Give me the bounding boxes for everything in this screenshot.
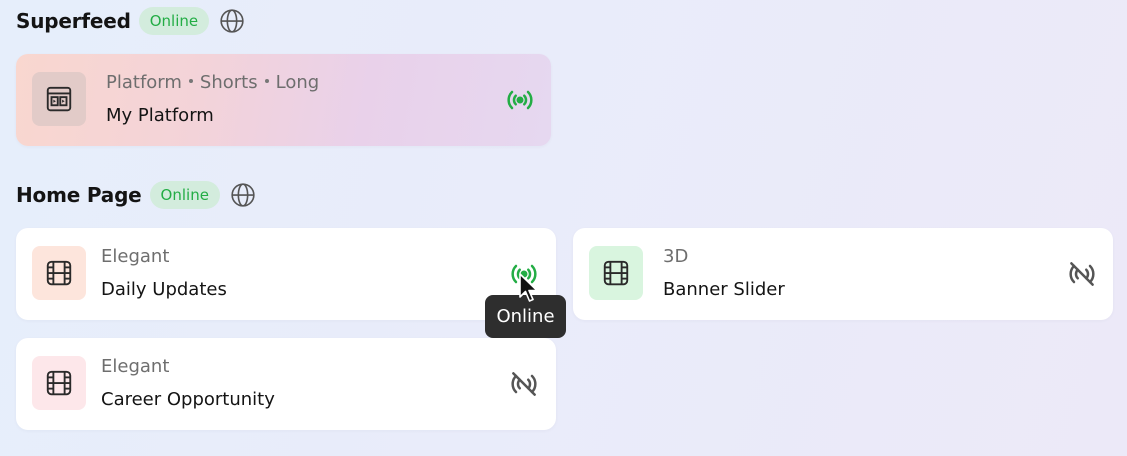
status-badge: Online <box>138 7 210 35</box>
tag: Shorts <box>199 72 258 93</box>
card-tags: Platform Shorts Long <box>106 72 319 93</box>
film-icon <box>32 246 86 300</box>
tag: Long <box>275 72 320 93</box>
section-title: Home Page <box>16 183 142 207</box>
platform-icon <box>32 72 86 126</box>
mouse-cursor-icon <box>519 273 538 302</box>
status-badge: Online <box>149 181 220 209</box>
film-icon <box>589 246 643 300</box>
feed-card-career-opportunity[interactable]: Elegant Career Opportunity <box>16 338 556 430</box>
film-icon <box>32 356 86 410</box>
card-subtitle: Elegant <box>101 356 170 377</box>
globe-icon[interactable] <box>230 182 256 208</box>
card-title: My Platform <box>106 105 214 126</box>
card-title: Daily Updates <box>101 279 227 300</box>
feed-card-banner-slider[interactable]: 3D Banner Slider <box>573 228 1113 320</box>
tag: Platform <box>106 72 182 93</box>
section-header-superfeed: Superfeed Online <box>16 7 245 35</box>
section-header-home-page: Home Page Online <box>16 181 256 209</box>
card-subtitle: Elegant <box>101 246 170 267</box>
broadcast-icon[interactable] <box>505 85 535 115</box>
broadcast-off-icon[interactable] <box>1067 259 1097 289</box>
card-title: Career Opportunity <box>101 389 275 410</box>
broadcast-off-icon[interactable] <box>509 369 539 399</box>
card-title: Banner Slider <box>663 279 785 300</box>
feed-card-my-platform[interactable]: Platform Shorts Long My Platform <box>16 54 551 146</box>
feed-card-daily-updates[interactable]: Elegant Daily Updates <box>16 228 556 320</box>
card-subtitle: 3D <box>663 246 689 267</box>
section-title: Superfeed <box>16 9 131 33</box>
globe-icon[interactable] <box>219 8 245 34</box>
